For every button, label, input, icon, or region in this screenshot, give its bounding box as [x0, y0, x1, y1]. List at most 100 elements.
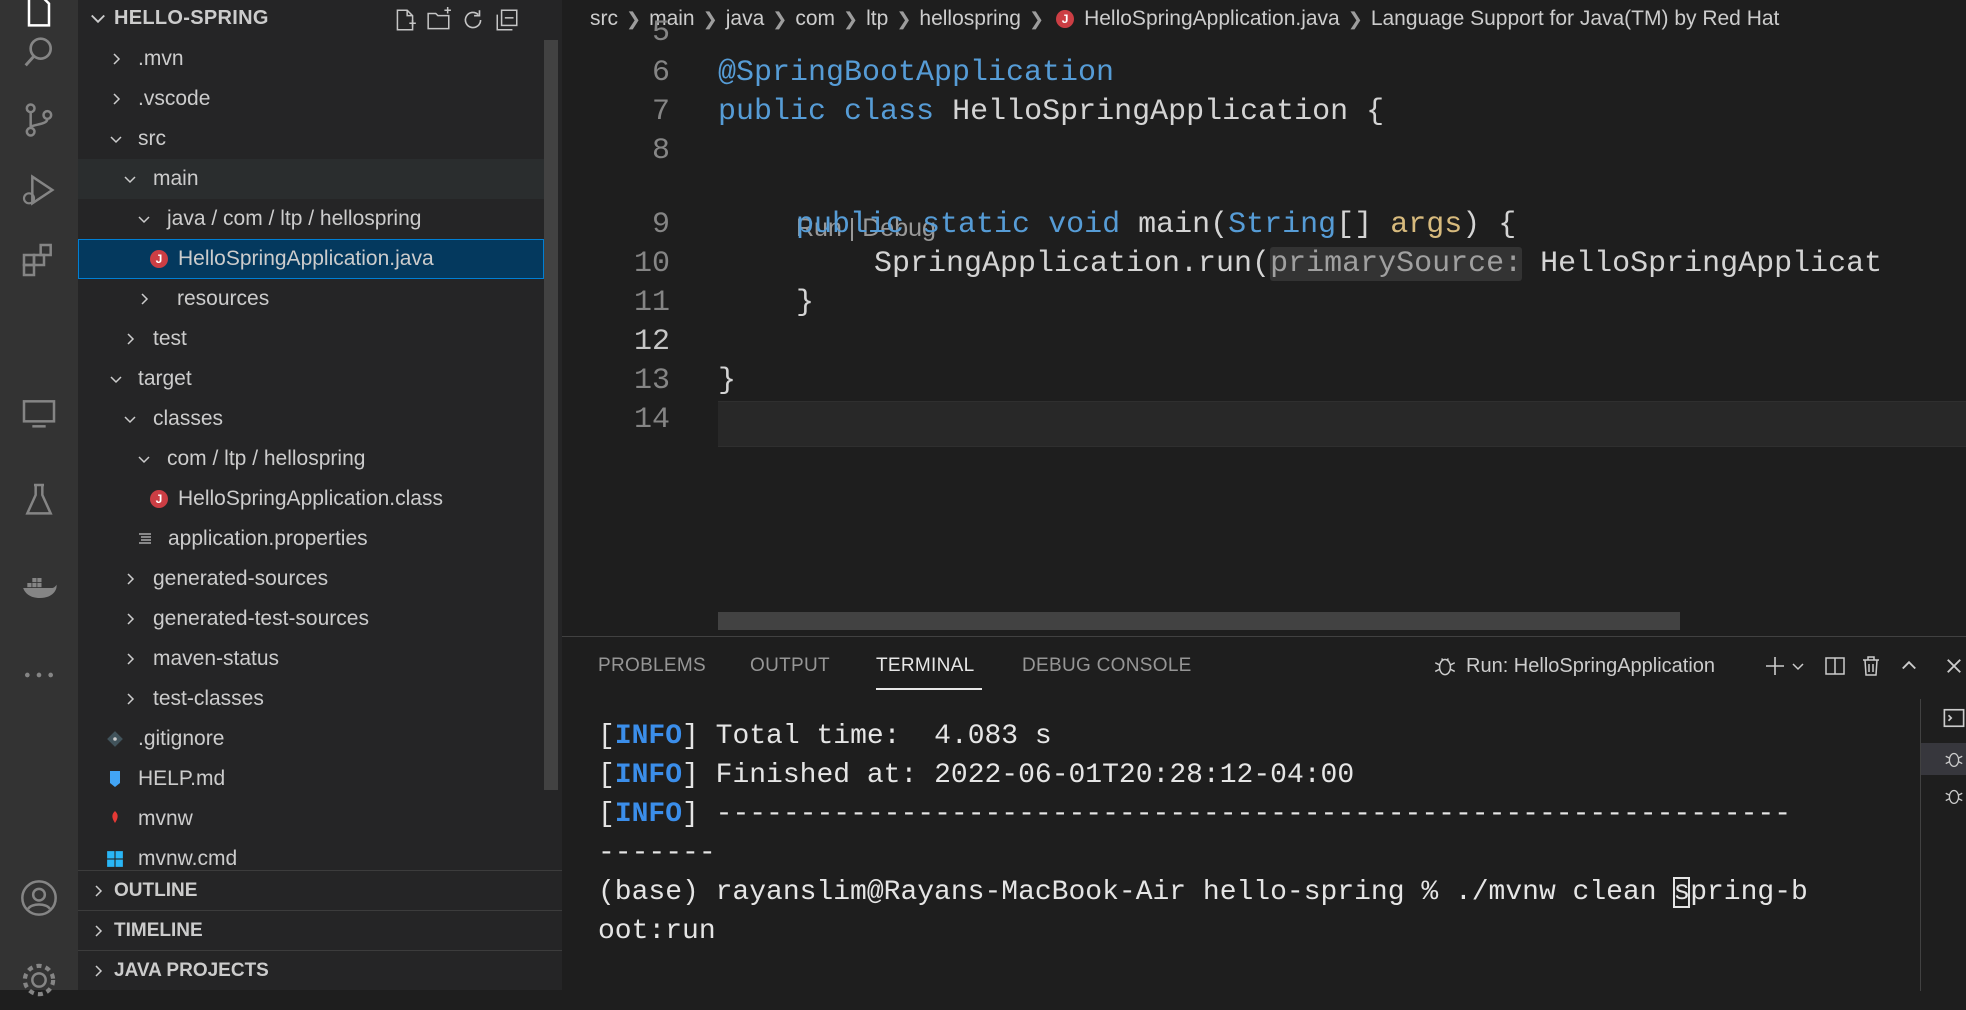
tree-item-java-package[interactable]: java / com / ltp / hellospring: [78, 199, 544, 239]
terminal-line: oot:run: [598, 916, 716, 947]
tree-item-gitignore[interactable]: .gitignore: [78, 719, 544, 759]
code-editor: src ❯ main ❯ java ❯ com ❯ ltp ❯ hellospr…: [562, 0, 1966, 636]
tree-item-generated-test-sources[interactable]: generated-test-sources: [78, 599, 544, 639]
docker-icon[interactable]: [0, 558, 78, 618]
debug-session-icon[interactable]: [1921, 743, 1966, 775]
tree-item-application-properties[interactable]: application.properties: [78, 519, 544, 559]
chevron-right-icon: [127, 333, 135, 345]
tree-item-test[interactable]: test: [78, 319, 544, 359]
section-timeline[interactable]: TIMELINE: [78, 910, 562, 951]
add-terminal-icon[interactable]: [1760, 651, 1790, 681]
tree-item-label: com / ltp / hellospring: [167, 447, 366, 470]
terminal-output[interactable]: [INFO] Total time: 4.083 s [INFO] Finish…: [598, 717, 1808, 951]
tree-item-test-classes[interactable]: test-classes: [78, 679, 544, 719]
tree-item-label: classes: [153, 407, 224, 430]
collapse-all-icon[interactable]: [492, 5, 522, 35]
code-area[interactable]: 5 6 7 8 9 10 11 12 13 14 @SpringBootAppl…: [562, 16, 1966, 636]
section-outline[interactable]: OUTLINE: [78, 870, 562, 911]
terminal-selector[interactable]: Run: HelloSpringApplication: [1432, 653, 1715, 679]
breadcrumb-item[interactable]: Language Support for Java(TM) by Red Hat: [1371, 7, 1780, 31]
new-file-icon[interactable]: [390, 5, 420, 35]
testing-icon[interactable]: [0, 470, 78, 530]
tree-item-mvnw-cmd[interactable]: mvnw.cmd: [78, 839, 544, 869]
close-panel-icon[interactable]: [1942, 651, 1966, 681]
code-line: }: [718, 364, 736, 398]
activity-bar: [0, 0, 78, 997]
punctuation: (: [1210, 208, 1229, 242]
tab-output[interactable]: OUTPUT: [750, 655, 830, 677]
inlay-hint: primarySource:: [1270, 247, 1523, 281]
annotation: @SpringBootApplication: [718, 56, 1115, 90]
line-number: 10: [633, 247, 670, 281]
code-line: SpringApplication.run(primarySource: Hel…: [874, 247, 1882, 281]
chevron-down-icon: [138, 456, 150, 464]
punctuation: {: [1348, 95, 1385, 129]
search-icon[interactable]: [0, 22, 78, 82]
tree-item-maven-status[interactable]: maven-status: [78, 639, 544, 679]
tree-item-target[interactable]: target: [78, 359, 544, 399]
parameter: args: [1390, 208, 1463, 242]
tree-item-label: mvnw.cmd: [138, 847, 238, 869]
breadcrumb-item[interactable]: hellospring: [919, 7, 1021, 31]
code-line: public class HelloSpringApplication {: [718, 95, 1384, 129]
terminal-prompt-line: (base) rayanslim@Rayans-MacBook-Air hell…: [598, 877, 1808, 908]
keyword: public: [718, 95, 827, 129]
tree-item-hellospringapplication-class[interactable]: J HelloSpringApplication.class: [78, 479, 544, 519]
breadcrumb-item[interactable]: ltp: [866, 7, 888, 31]
account-icon[interactable]: [0, 868, 78, 928]
breadcrumb-item[interactable]: java: [726, 7, 765, 31]
tree-item-label: generated-sources: [153, 567, 329, 590]
tab-debug-console[interactable]: DEBUG CONSOLE: [1022, 655, 1192, 677]
tab-terminal[interactable]: TERMINAL: [876, 655, 974, 677]
tree-item-help-md[interactable]: HELP.md: [78, 759, 544, 799]
tree-item-mvn[interactable]: .mvn: [78, 39, 544, 79]
remote-explorer-icon[interactable]: [0, 383, 78, 443]
tree-item-classes-package[interactable]: com / ltp / hellospring: [78, 439, 544, 479]
settings-gear-icon[interactable]: [0, 950, 78, 1010]
chevron-up-icon[interactable]: [1894, 651, 1924, 681]
debug-session-icon[interactable]: [1943, 785, 1965, 812]
terminal-tab-icon[interactable]: [1943, 707, 1965, 734]
line-number: 12: [633, 325, 670, 359]
terminal-cursor: s: [1673, 877, 1691, 908]
editor-horizontal-scrollbar[interactable]: [718, 612, 1680, 630]
split-terminal-icon[interactable]: [1820, 651, 1850, 681]
tab-problems[interactable]: PROBLEMS: [598, 655, 706, 677]
breadcrumb-item[interactable]: HelloSpringApplication.java: [1084, 7, 1340, 31]
properties-file-icon: [134, 528, 156, 550]
tree-item-resources[interactable]: resources: [78, 279, 544, 319]
tree-item-mvnw[interactable]: mvnw: [78, 799, 544, 839]
section-java-projects[interactable]: JAVA PROJECTS: [78, 950, 562, 991]
method-name: main: [1138, 208, 1211, 242]
breadcrumb-item[interactable]: com: [795, 7, 835, 31]
line-number: 7: [651, 95, 670, 129]
terminal-line: [INFO] Total time: 4.083 s: [598, 721, 1052, 752]
trash-icon[interactable]: [1856, 651, 1886, 681]
tree-item-classes[interactable]: classes: [78, 399, 544, 439]
tree-item-label: .gitignore: [138, 727, 225, 750]
tree-item-label: HelloSpringApplication.class: [178, 487, 443, 510]
run-debug-icon[interactable]: [0, 160, 78, 220]
terminal-line: -------: [598, 838, 716, 869]
extensions-icon[interactable]: [0, 230, 78, 290]
sidebar-scrollbar[interactable]: [544, 40, 558, 790]
chevron-right-icon: ❯: [1347, 8, 1363, 29]
source-control-icon[interactable]: [0, 90, 78, 150]
tree-item-hellospringapplication-java[interactable]: J HelloSpringApplication.java: [78, 239, 544, 279]
file-tree: .mvn .vscode src main java / com / ltp /…: [78, 39, 562, 869]
chevron-down-icon[interactable]: [1788, 651, 1808, 681]
refresh-icon[interactable]: [458, 5, 488, 35]
chevron-right-icon: [127, 693, 135, 705]
chevron-right-icon: ❯: [1028, 8, 1045, 29]
chevron-down-icon: [138, 216, 150, 224]
tree-item-label: HELP.md: [138, 767, 226, 790]
keyword: public: [796, 208, 905, 242]
tree-item-src[interactable]: src: [78, 119, 544, 159]
chevron-down-icon[interactable]: [88, 8, 108, 28]
new-folder-icon[interactable]: [424, 5, 454, 35]
info-tag: INFO: [614, 799, 683, 830]
more-icon[interactable]: [0, 645, 78, 705]
tree-item-main[interactable]: main: [78, 159, 544, 199]
tree-item-vscode[interactable]: .vscode: [78, 79, 544, 119]
tree-item-generated-sources[interactable]: generated-sources: [78, 559, 544, 599]
